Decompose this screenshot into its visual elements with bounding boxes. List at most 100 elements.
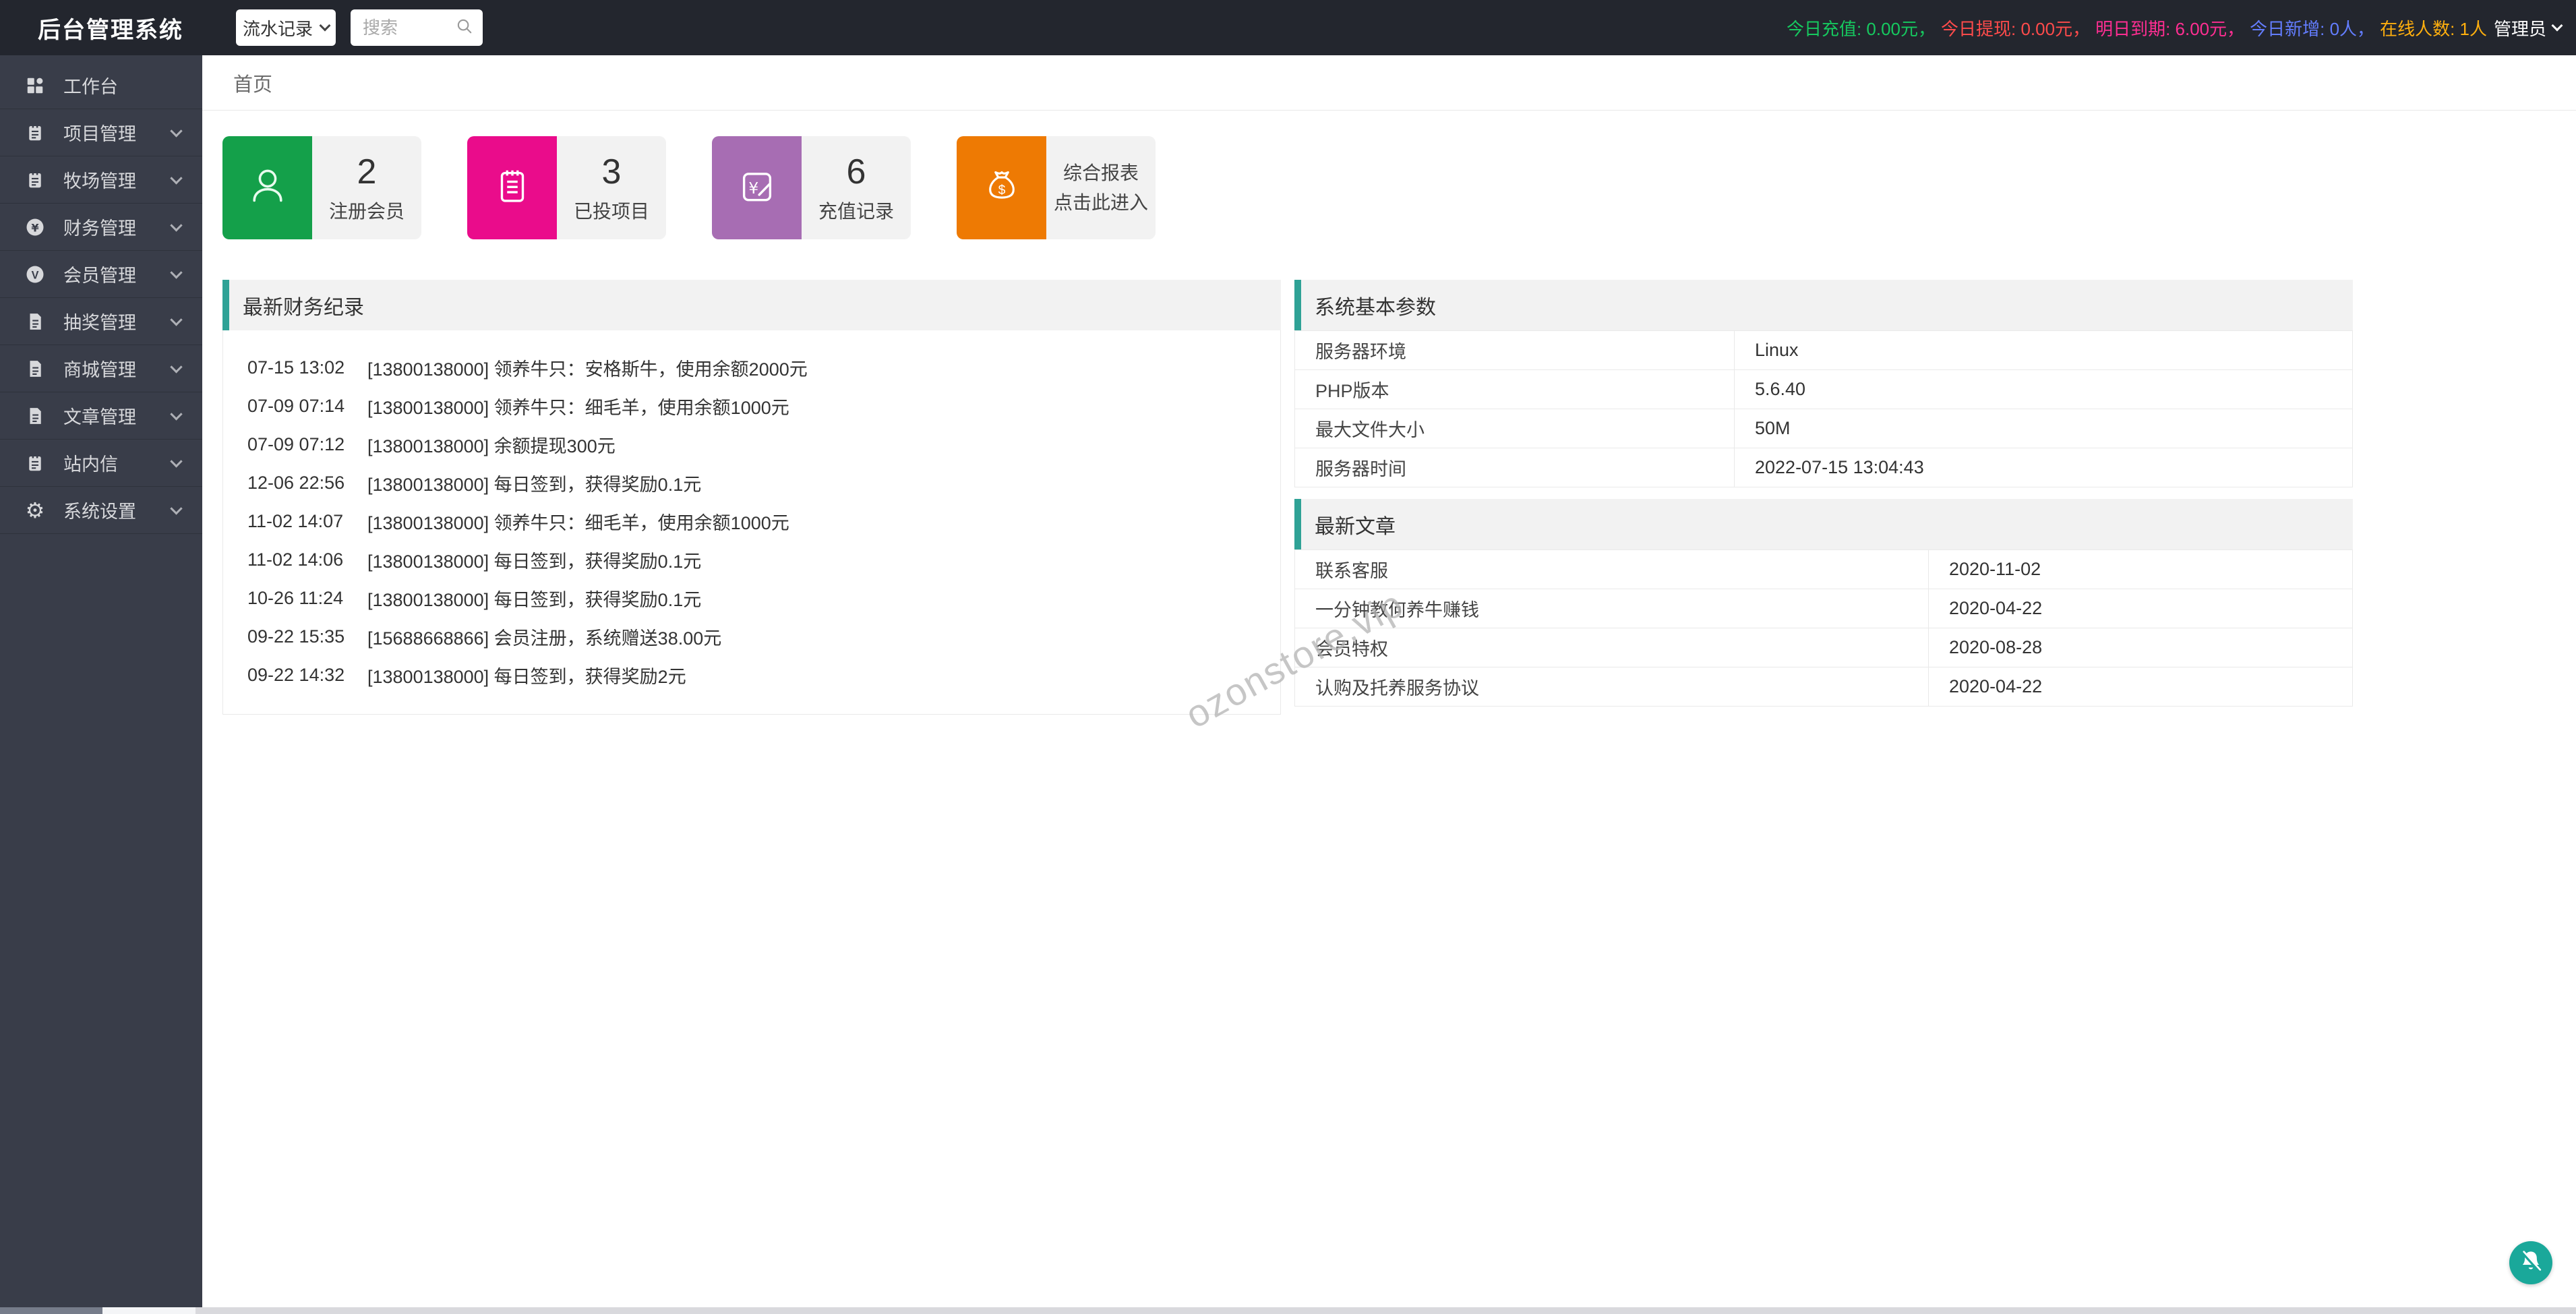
scrollbar-thumb[interactable] [0, 1307, 102, 1314]
search-box[interactable] [351, 9, 483, 46]
table-row: 最大文件大小50M [1295, 409, 2353, 448]
breadcrumb[interactable]: 首页 [233, 69, 272, 97]
panel-header: 系统基本参数 [1294, 280, 2353, 330]
sidebar-item-label: 文章管理 [63, 402, 136, 429]
article-title[interactable]: 认购及托养服务协议 [1295, 667, 1929, 707]
sidebar: 工作台 项目管理 牧场管理 ¥ 财务管理 [0, 55, 202, 1307]
table-row: 联系客服2020-11-02 [1295, 550, 2353, 589]
sidebar-item-members[interactable]: V 会员管理 [0, 251, 202, 298]
param-value: Linux [1735, 331, 2353, 370]
article-title[interactable]: 一分钟教何养牛赚钱 [1295, 589, 1929, 628]
card-line1: 综合报表 [1063, 158, 1139, 188]
record-text: [13800138000] 领养牛只：细毛羊，使用余额1000元 [367, 393, 789, 419]
record-time: 09-22 14:32 [247, 665, 350, 686]
user-icon [245, 164, 290, 212]
record-text: [13800138000] 领养牛只：安格斯牛，使用余额2000元 [367, 355, 808, 381]
table-row: PHP版本5.6.40 [1295, 370, 2353, 409]
card-recharge-records[interactable]: ¥ 6 充值记录 [712, 136, 911, 239]
card-info: 6 充值记录 [802, 136, 911, 239]
sidebar-item-label: 系统设置 [63, 497, 136, 523]
card-icon-box: ¥ [712, 136, 802, 239]
system-params-panel: 系统基本参数 服务器环境Linux PHP版本5.6.40 最大文件大小50M … [1294, 280, 2353, 487]
sidebar-item-finance[interactable]: ¥ 财务管理 [0, 204, 202, 251]
sidebar-item-workbench[interactable]: 工作台 [0, 62, 202, 109]
sidebar-item-label: 商城管理 [63, 355, 136, 382]
finance-records-panel: 最新财务纪录 07-15 13:02[13800138000] 领养牛只：安格斯… [222, 280, 1281, 715]
list-item: 09-22 15:35 [15688668866] 会员注册，系统赠送38.00元 [223, 618, 1280, 656]
list-item: 09-22 14:32[13800138000] 每日签到，获得奖励2元 [223, 656, 1280, 694]
clipboard-icon [24, 122, 46, 144]
sidebar-item-label: 抽奖管理 [63, 308, 136, 334]
record-text: [15688668866] 会员注册，系统赠送38.00元 [367, 624, 721, 650]
chevron-down-icon [170, 455, 182, 467]
article-title[interactable]: 会员特权 [1295, 628, 1929, 667]
record-type-select-value: 流水记录 [243, 16, 313, 40]
chevron-down-icon [170, 361, 182, 373]
record-time: 10-26 11:24 [247, 588, 350, 609]
search-icon[interactable] [454, 16, 475, 40]
admin-dashboard-page: 后台管理系统 流水记录 今日充值: 0.00元， 今日提现: 0.00元， 明日… [0, 0, 2576, 1314]
sidebar-item-lottery[interactable]: 抽奖管理 [0, 298, 202, 345]
sidebar-item-pasture[interactable]: 牧场管理 [0, 156, 202, 204]
stat-online-users: 在线人数: 1人 [2380, 16, 2487, 40]
param-value: 2022-07-15 13:04:43 [1735, 448, 2353, 487]
horizontal-scrollbar[interactable] [0, 1307, 2576, 1314]
chevron-down-icon [170, 266, 182, 278]
card-report-entry[interactable]: $ 综合报表 点击此进入 [957, 136, 1156, 239]
card-info: 3 已投项目 [557, 136, 666, 239]
list-item: 07-09 07:12 [13800138000] 余额提现300元 [223, 425, 1280, 464]
list-item: 11-02 14:06[13800138000] 每日签到，获得奖励0.1元 [223, 541, 1280, 579]
sidebar-item-projects[interactable]: 项目管理 [0, 109, 202, 156]
record-time: 11-02 14:06 [247, 549, 350, 570]
article-date: 2020-11-02 [1929, 550, 2353, 589]
user-menu[interactable]: 管理员 [2494, 16, 2561, 40]
sidebar-item-label: 会员管理 [63, 261, 136, 287]
sidebar-item-mall[interactable]: 商城管理 [0, 345, 202, 392]
clipboard-icon [491, 165, 533, 210]
clipboard-icon [24, 169, 46, 191]
card-icon-box: $ [957, 136, 1046, 239]
card-registered-members[interactable]: 2 注册会员 [222, 136, 421, 239]
svg-text:V: V [32, 269, 39, 281]
list-item: 10-26 11:24[13800138000] 每日签到，获得奖励0.1元 [223, 579, 1280, 618]
record-text: [13800138000] 余额提现300元 [367, 431, 616, 458]
search-input[interactable] [361, 17, 445, 39]
article-title[interactable]: 联系客服 [1295, 550, 1929, 589]
chevron-down-icon [2552, 20, 2563, 32]
record-time: 11-02 14:07 [247, 511, 350, 532]
record-time: 09-22 15:35 [247, 626, 350, 647]
chevron-down-icon [320, 20, 331, 32]
card-value: 2 [357, 152, 377, 191]
latest-articles-panel: 最新文章 联系客服2020-11-02 一分钟教何养牛赚钱2020-04-22 … [1294, 499, 2353, 707]
vip-circle-icon: V [24, 264, 46, 285]
list-item: 12-06 22:56[13800138000] 每日签到，获得奖励0.1元 [223, 464, 1280, 502]
sidebar-item-label: 牧场管理 [63, 167, 136, 193]
sidebar-item-settings[interactable]: ⚙ 系统设置 [0, 487, 202, 534]
sidebar-item-articles[interactable]: 文章管理 [0, 392, 202, 440]
panel-title: 最新财务纪录 [243, 291, 364, 320]
article-date: 2020-08-28 [1929, 628, 2353, 667]
param-name: PHP版本 [1295, 370, 1735, 409]
notification-mute-button[interactable] [2509, 1241, 2552, 1284]
list-item: 11-02 14:07[13800138000] 领养牛只：细毛羊，使用余额10… [223, 502, 1280, 541]
bell-slash-icon [2517, 1248, 2544, 1278]
card-label: 注册会员 [329, 197, 405, 224]
sidebar-item-messages[interactable]: 站内信 [0, 440, 202, 487]
stat-today-recharge: 今日充值: 0.00元， [1787, 16, 1936, 40]
panel-title: 最新文章 [1315, 510, 1396, 539]
record-type-select[interactable]: 流水记录 [236, 9, 336, 46]
document-icon [24, 405, 46, 427]
dashboard-icon [24, 75, 46, 96]
money-bag-icon: $ [981, 165, 1023, 210]
card-value: 6 [847, 152, 866, 191]
param-name: 服务器时间 [1295, 448, 1735, 487]
panel-header: 最新财务纪录 [222, 280, 1281, 330]
list-item: 07-15 13:02[13800138000] 领养牛只：安格斯牛，使用余额2… [223, 349, 1280, 387]
param-value: 5.6.40 [1735, 370, 2353, 409]
sidebar-item-label: 财务管理 [63, 214, 136, 240]
document-icon [24, 358, 46, 380]
sidebar-menu: 工作台 项目管理 牧场管理 ¥ 财务管理 [0, 55, 202, 534]
card-invested-projects[interactable]: 3 已投项目 [467, 136, 666, 239]
document-icon [24, 311, 46, 332]
record-time: 07-09 07:12 [247, 434, 350, 455]
